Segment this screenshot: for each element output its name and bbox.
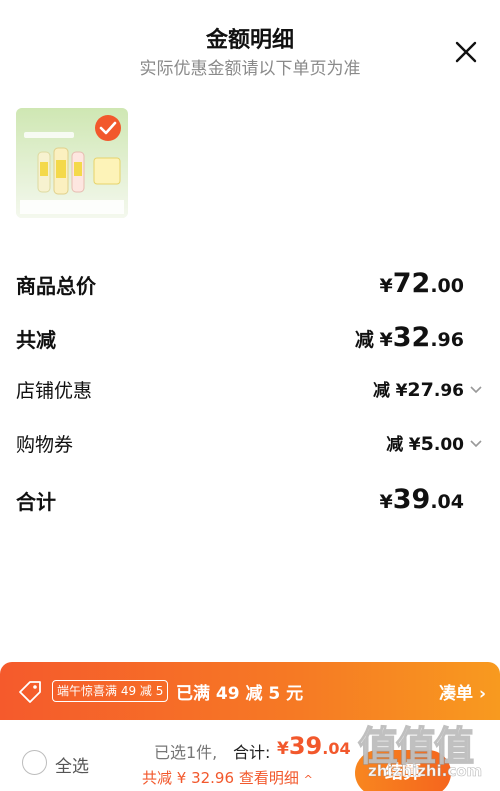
store-discount-label: 店铺优惠: [16, 380, 93, 402]
store-discount-value: 减 ¥27.96: [373, 379, 464, 401]
view-details-link[interactable]: 查看明细: [239, 769, 299, 787]
store-discount-row[interactable]: 店铺优惠 减 ¥27.96: [16, 370, 484, 410]
close-icon[interactable]: [452, 38, 480, 66]
watermark-url: zhizhizhi.com: [368, 762, 483, 781]
sheet-title: 金额明细: [205, 28, 294, 53]
footer-total-label: 合计:: [233, 743, 271, 762]
grand-total-row: 合计 ¥39.04: [16, 480, 484, 520]
footer-total-value: ¥39.04: [277, 732, 351, 760]
amount-details-sheet: 金额明细 实际优惠金额请以下单页为准 商品总价 ¥72.00 共减 减 ¥32.…: [0, 0, 500, 791]
select-all-label[interactable]: 全选: [55, 752, 89, 777]
coupon-row[interactable]: 购物券 减 ¥5.00: [16, 424, 484, 464]
add-items-link[interactable]: 凑单 ›: [439, 679, 486, 704]
total-reduction-value: 减 ¥32.96: [354, 322, 464, 353]
selected-count: 已选1件,: [154, 743, 218, 762]
subtotal-value: ¥72.00: [379, 268, 464, 299]
product-thumbnail[interactable]: [16, 108, 128, 218]
sheet-subtitle: 实际优惠金额请以下单页为准: [139, 59, 361, 79]
total-reduction-label: 共减: [16, 328, 56, 352]
promo-chip: 端午惊喜满 49 减 5: [52, 680, 169, 702]
promo-bar[interactable]: 端午惊喜满 49 减 5 已满 49 减 5 元 凑单 ›: [0, 662, 500, 720]
coupon-value: 减 ¥5.00: [386, 433, 464, 455]
promo-status: 已满 49 减 5 元: [176, 684, 304, 704]
chevron-down-icon[interactable]: [468, 436, 484, 452]
coupon-label: 购物券: [16, 434, 74, 456]
subtotal-row: 商品总价 ¥72.00: [16, 264, 484, 304]
select-all-radio[interactable]: [22, 750, 47, 775]
site-watermark: 值值值 zhizhizhi.com: [357, 714, 494, 784]
grand-total-label: 合计: [16, 490, 56, 514]
total-reduction-row: 共减 减 ¥32.96: [16, 318, 484, 358]
grand-total-value: ¥39.04: [379, 484, 464, 515]
footer-discount-line[interactable]: 共减 ¥ 32.96 查看明细 ^: [142, 767, 313, 788]
chevron-down-icon[interactable]: [468, 382, 484, 398]
tag-icon: [16, 678, 44, 706]
subtotal-label: 商品总价: [16, 274, 96, 298]
sheet-header: 金额明细 实际优惠金额请以下单页为准: [0, 0, 500, 90]
